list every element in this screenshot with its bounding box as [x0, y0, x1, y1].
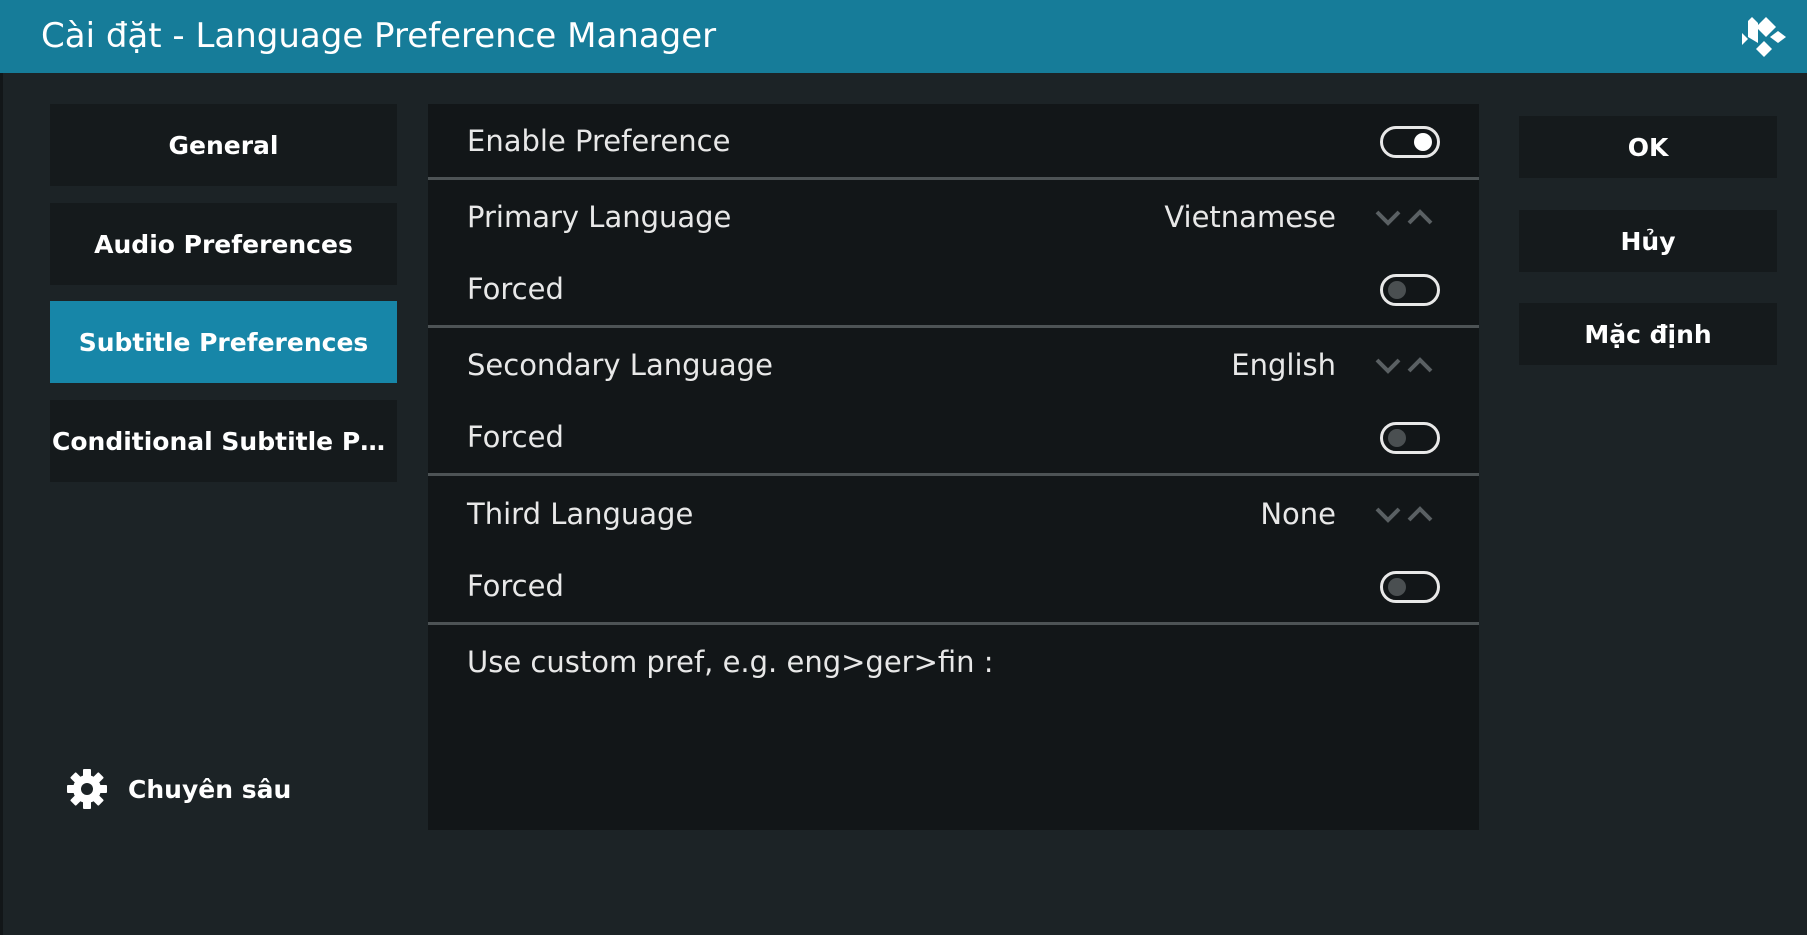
window-title: Cài đặt - Language Preference Manager: [41, 16, 717, 56]
toggle-knob: [1388, 578, 1406, 596]
divider: [428, 325, 1479, 328]
setting-label: Third Language: [467, 497, 694, 531]
setting-label: Use custom pref, e.g. eng>ger>fin :: [467, 645, 994, 679]
title-bar: Cài đặt - Language Preference Manager: [0, 0, 1807, 73]
third-language-row[interactable]: Third Language None: [428, 478, 1479, 550]
secondary-language-row[interactable]: Secondary Language English: [428, 329, 1479, 401]
settings-panel: Enable Preference Primary Language Vietn…: [428, 104, 1479, 830]
primary-forced-toggle[interactable]: [1380, 274, 1440, 306]
setting-label: Enable Preference: [467, 124, 731, 158]
toggle-knob: [1388, 429, 1406, 447]
toggle-knob: [1388, 281, 1406, 299]
left-edge-strip: [0, 73, 3, 935]
sidebar-item-audio-preferences[interactable]: Audio Preferences: [50, 203, 397, 285]
divider: [428, 622, 1479, 625]
setting-value: Vietnamese: [1164, 200, 1336, 234]
sidebar-item-conditional-subtitle-preferences[interactable]: Conditional Subtitle Prefe…: [50, 400, 397, 482]
secondary-forced-row[interactable]: Forced: [428, 401, 1479, 473]
advanced-label: Chuyên sâu: [128, 774, 292, 804]
primary-language-row[interactable]: Primary Language Vietnamese: [428, 181, 1479, 253]
setting-label: Primary Language: [467, 200, 732, 234]
setting-label: Forced: [467, 420, 564, 454]
secondary-forced-toggle[interactable]: [1380, 422, 1440, 454]
ok-button[interactable]: OK: [1519, 116, 1777, 178]
third-forced-row[interactable]: Forced: [428, 550, 1479, 622]
advanced-settings-toggle[interactable]: Chuyên sâu: [66, 764, 291, 814]
setting-label: Secondary Language: [467, 348, 773, 382]
enable-preference-toggle[interactable]: [1380, 126, 1440, 158]
divider: [428, 473, 1479, 476]
toggle-knob: [1414, 133, 1432, 151]
third-forced-toggle[interactable]: [1380, 571, 1440, 603]
sidebar-item-label: Conditional Subtitle Prefe…: [52, 426, 395, 456]
chevron-down-up-icon[interactable]: [1374, 353, 1438, 377]
cancel-button[interactable]: Hủy: [1519, 210, 1777, 272]
setting-label: Forced: [467, 272, 564, 306]
custom-pref-row[interactable]: Use custom pref, e.g. eng>ger>fin :: [428, 626, 1479, 698]
chevron-down-up-icon[interactable]: [1374, 502, 1438, 526]
sidebar-item-subtitle-preferences[interactable]: Subtitle Preferences: [50, 301, 397, 383]
setting-label: Forced: [467, 569, 564, 603]
sidebar-item-label: General: [168, 130, 279, 160]
setting-value: English: [1231, 348, 1336, 382]
sidebar-item-general[interactable]: General: [50, 104, 397, 186]
kodi-logo-icon: [1742, 17, 1786, 57]
reset-default-button[interactable]: Mặc định: [1519, 303, 1777, 365]
primary-forced-row[interactable]: Forced: [428, 253, 1479, 325]
divider: [428, 177, 1479, 180]
sidebar-item-label: Subtitle Preferences: [78, 327, 369, 357]
sidebar-item-label: Audio Preferences: [94, 229, 353, 259]
setting-value: None: [1260, 497, 1336, 531]
enable-preference-row[interactable]: Enable Preference: [428, 105, 1479, 177]
gear-icon: [67, 769, 107, 809]
chevron-down-up-icon[interactable]: [1374, 205, 1438, 229]
